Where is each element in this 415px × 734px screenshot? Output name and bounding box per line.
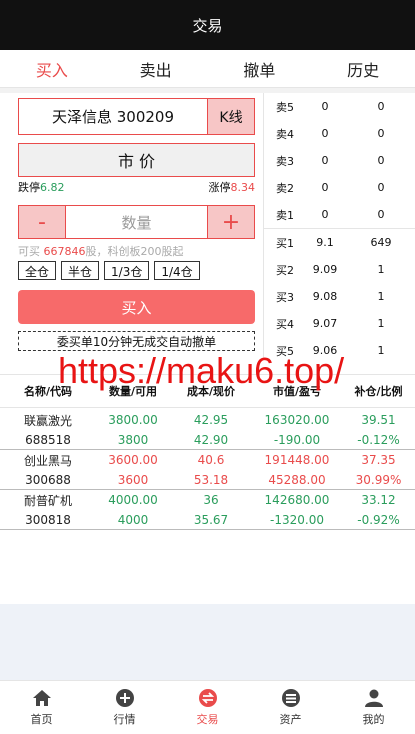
- ask-row: 卖3 0 0: [276, 154, 385, 168]
- watermark-url: https://maku6.top/: [58, 350, 345, 391]
- trade-panel: 天泽信息 300209 K线 市 价 跌停6.82 涨停8.34 - 数量 + …: [0, 93, 415, 360]
- page-title: 交易: [192, 16, 223, 35]
- table-row[interactable]: 创业黑马 3600.00 40.6 191448.00 37.35 300688…: [0, 450, 415, 490]
- limit-down: 跌停6.82: [18, 181, 65, 194]
- buy-button[interactable]: 买入: [18, 290, 255, 324]
- bid-row: 买4 9.07 1: [276, 317, 385, 331]
- nav-market[interactable]: 行情: [83, 681, 166, 734]
- nav-home[interactable]: 首页: [0, 681, 83, 734]
- bid-row: 买1 9.1 649: [276, 236, 392, 250]
- decrease-button[interactable]: -: [19, 206, 65, 238]
- ratio-full-button[interactable]: 全仓: [18, 261, 57, 280]
- tab-history[interactable]: 历史: [311, 50, 415, 87]
- bottom-nav: 首页 行情 交易 资产 我的: [0, 680, 415, 734]
- stock-selector: 天泽信息 300209 K线: [18, 98, 255, 135]
- ratio-third-button[interactable]: 1/3仓: [104, 261, 150, 280]
- table-row[interactable]: 联赢激光 3800.00 42.95 163020.00 39.51 68851…: [0, 410, 415, 450]
- increase-button[interactable]: +: [208, 206, 254, 238]
- tab-sell[interactable]: 卖出: [104, 50, 208, 87]
- ask-row: 卖5 0 0: [276, 100, 385, 114]
- price-limits: 跌停6.82 涨停8.34: [18, 179, 255, 195]
- tab-cancel[interactable]: 撤单: [208, 50, 312, 87]
- nav-trade[interactable]: 交易: [166, 681, 249, 734]
- stock-input[interactable]: 天泽信息 300209: [18, 98, 208, 135]
- bid-row: 买2 9.09 1: [276, 263, 385, 277]
- trade-icon: [198, 689, 217, 707]
- order-book: 卖5 0 0 卖4 0 0 卖3 0 0 卖2 0 0 卖1 0 0 买1 9.1 649 买2 9.09…: [263, 93, 415, 360]
- tab-buy[interactable]: 买入: [0, 50, 104, 87]
- auto-cancel-notice: 委买单10分钟无成交自动撤单: [18, 331, 255, 351]
- bid-row: 买3 9.08 1: [276, 290, 385, 304]
- positions-table: 名称/代码 数量/可用 成本/现价 市值/盈亏 补仓/比例 联赢激光 3800.…: [0, 374, 415, 530]
- app-header: 交易: [0, 0, 415, 50]
- nav-assets[interactable]: 资产: [249, 681, 332, 734]
- ratio-half-button[interactable]: 半仓: [61, 261, 100, 280]
- ask-row: 卖1 0 0: [276, 208, 385, 222]
- nav-profile[interactable]: 我的: [332, 681, 415, 734]
- wallet-icon: [281, 689, 300, 707]
- position-ratio-group: 全仓 半仓 1/3仓 1/4仓: [18, 261, 200, 280]
- empty-area: [0, 604, 415, 680]
- header-ratio: 补仓/比例: [354, 385, 403, 398]
- plus-circle-icon: [115, 689, 134, 707]
- quantity-input[interactable]: 数量: [65, 206, 208, 238]
- home-icon: [32, 690, 51, 706]
- quantity-stepper: - 数量 +: [18, 205, 255, 239]
- available-info: 可买 667846股，科创板200股起: [18, 245, 184, 258]
- ratio-quarter-button[interactable]: 1/4仓: [154, 261, 200, 280]
- user-icon: [364, 689, 383, 707]
- kline-button[interactable]: K线: [208, 98, 255, 135]
- price-mode-button[interactable]: 市 价: [18, 143, 255, 177]
- trade-tabs: 买入 卖出 撤单 历史: [0, 50, 415, 88]
- ask-row: 卖4 0 0: [276, 127, 385, 141]
- table-row[interactable]: 耐普矿机 4000.00 36 142680.00 33.12 300818 4…: [0, 490, 415, 530]
- ask-row: 卖2 0 0: [276, 181, 385, 195]
- limit-up: 涨停8.34: [208, 181, 256, 194]
